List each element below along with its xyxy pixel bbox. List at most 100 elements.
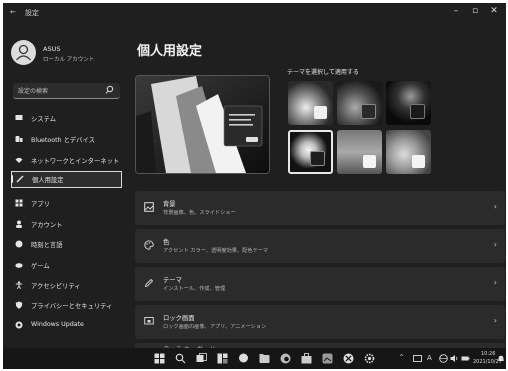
shield-icon xyxy=(15,301,23,309)
themes-heading: テーマを選択して適用する xyxy=(287,69,359,76)
sidebar-item-label: プライバシーとセキュリティ xyxy=(31,303,113,310)
maximize-button[interactable]: ▫ xyxy=(468,6,482,16)
chevron-right-icon: › xyxy=(493,240,497,249)
store-icon[interactable] xyxy=(301,353,312,364)
sidebar-item-label: 時刻と言語 xyxy=(31,242,63,249)
search-icon xyxy=(105,85,114,94)
selection-indicator xyxy=(11,175,13,183)
settings-gear-icon[interactable] xyxy=(364,353,375,364)
setting-lock-screen[interactable]: ロック画面 ロック画面の画像、アプリ、アニメーション › xyxy=(135,305,505,339)
avatar[interactable] xyxy=(11,40,36,65)
edge-browser-icon[interactable] xyxy=(280,353,291,364)
sidebar-item-label: 個人用設定 xyxy=(32,177,64,184)
search-input[interactable]: 設定の検索 xyxy=(13,83,120,99)
apps-icon xyxy=(15,199,23,207)
sidebar-item-bluetooth[interactable]: Bluetooth とデバイス xyxy=(11,132,120,147)
network-globe-icon[interactable] xyxy=(439,354,448,363)
globe-clock-icon xyxy=(15,240,23,248)
file-explorer-icon[interactable] xyxy=(259,353,270,364)
account-type: ローカル アカウント xyxy=(43,57,95,63)
task-view-icon[interactable] xyxy=(196,353,207,364)
setting-background[interactable]: 背景 背景画像、色、スライドショー › xyxy=(135,191,505,225)
theme-window-swatch xyxy=(412,155,425,168)
palette-icon xyxy=(144,240,154,250)
sidebar-item-label: ネットワークとインターネット xyxy=(31,158,120,165)
wallpaper-image xyxy=(136,76,269,173)
title-bar: ← 設定 – ▫ ✕ xyxy=(3,3,506,25)
back-button[interactable]: ← xyxy=(10,8,16,16)
setting-themes[interactable]: テーマ インストール、作成、管理 › xyxy=(135,267,505,301)
clock-time[interactable]: 10:26 xyxy=(481,351,495,357)
notification-icon[interactable] xyxy=(497,355,505,363)
sidebar-item-windows-update[interactable]: Windows Update xyxy=(11,318,120,333)
close-button[interactable]: ✕ xyxy=(487,6,501,16)
setting-subtitle: インストール、作成、管理 xyxy=(163,286,226,292)
sidebar-item-apps[interactable]: アプリ xyxy=(11,196,120,211)
wifi-icon xyxy=(15,157,23,163)
keyboard-icon[interactable] xyxy=(413,354,422,363)
search-icon[interactable] xyxy=(175,353,186,364)
sidebar-item-personalization[interactable]: 個人用設定 xyxy=(11,171,122,188)
person-icon xyxy=(16,44,31,61)
theme-preview xyxy=(135,75,270,174)
account-name: ASUS xyxy=(43,45,61,53)
chevron-right-icon: › xyxy=(493,316,497,325)
theme-window-swatch xyxy=(310,151,325,166)
sidebar-item-label: アプリ xyxy=(31,201,50,208)
sidebar-item-network[interactable]: ネットワークとインターネット xyxy=(11,153,120,168)
lock-screen-icon xyxy=(144,317,154,325)
sidebar-item-accounts[interactable]: アカウント xyxy=(11,217,120,232)
theme-tile-3[interactable] xyxy=(386,81,431,125)
chevron-right-icon: › xyxy=(493,278,497,287)
update-icon xyxy=(15,321,23,329)
setting-title: ロック画面 xyxy=(163,315,195,322)
theme-tile-1[interactable] xyxy=(288,81,333,125)
sidebar-item-label: Bluetooth とデバイス xyxy=(31,137,95,144)
sidebar-item-label: アクセシビリティ xyxy=(31,283,81,290)
monitor-icon xyxy=(15,115,23,120)
chevron-right-icon: › xyxy=(493,202,497,211)
windows-start-icon[interactable] xyxy=(154,353,165,364)
settings-window: ← 設定 – ▫ ✕ ASUS ローカル アカウント 設定の検索 システム Bl… xyxy=(3,3,506,369)
xbox-icon[interactable] xyxy=(343,353,354,364)
theme-window-swatch xyxy=(314,106,327,119)
setting-title: 背景 xyxy=(163,201,176,208)
ime-indicator[interactable]: A xyxy=(427,354,432,362)
sidebar-item-time-language[interactable]: 時刻と言語 xyxy=(11,237,120,252)
gamepad-icon xyxy=(15,263,23,268)
tray-overflow-chevron[interactable]: ^ xyxy=(399,354,404,361)
theme-tile-2[interactable] xyxy=(337,81,382,125)
taskbar: ^ A 10:26 2021/10/27 xyxy=(3,348,506,369)
theme-window-swatch xyxy=(363,155,376,168)
photos-icon[interactable] xyxy=(322,353,333,364)
volume-icon[interactable] xyxy=(450,354,459,363)
sidebar-item-label: ゲーム xyxy=(31,263,50,270)
minimize-button[interactable]: – xyxy=(449,6,463,16)
sidebar-item-gaming[interactable]: ゲーム xyxy=(11,258,120,273)
setting-subtitle: アクセント カラー、透明度効果、配色テーマ xyxy=(163,248,269,254)
brush-icon xyxy=(16,175,24,183)
theme-tile-4-selected[interactable] xyxy=(288,130,333,174)
sidebar-item-label: Windows Update xyxy=(31,321,84,328)
battery-icon[interactable] xyxy=(461,354,470,363)
bluetooth-icon xyxy=(15,136,23,142)
page-title: 個人用設定 xyxy=(137,44,203,59)
person-icon xyxy=(16,220,22,228)
image-icon xyxy=(144,202,154,212)
pen-icon xyxy=(144,278,154,288)
sidebar-item-label: アカウント xyxy=(31,222,63,229)
window-title: 設定 xyxy=(25,9,39,17)
theme-window-swatch xyxy=(361,104,376,119)
sidebar-item-accessibility[interactable]: アクセシビリティ xyxy=(11,278,120,293)
setting-title: 色 xyxy=(163,239,170,246)
widgets-icon[interactable] xyxy=(217,353,228,364)
accessibility-icon xyxy=(15,281,23,289)
theme-tile-6[interactable] xyxy=(386,130,431,174)
chat-icon[interactable] xyxy=(238,353,249,364)
sidebar-item-privacy[interactable]: プライバシーとセキュリティ xyxy=(11,298,120,313)
theme-window-swatch xyxy=(410,104,425,119)
theme-tile-5[interactable] xyxy=(337,130,382,174)
setting-title: テーマ xyxy=(163,277,182,284)
setting-colors[interactable]: 色 アクセント カラー、透明度効果、配色テーマ › xyxy=(135,229,505,263)
sidebar-item-system[interactable]: システム xyxy=(11,111,120,126)
